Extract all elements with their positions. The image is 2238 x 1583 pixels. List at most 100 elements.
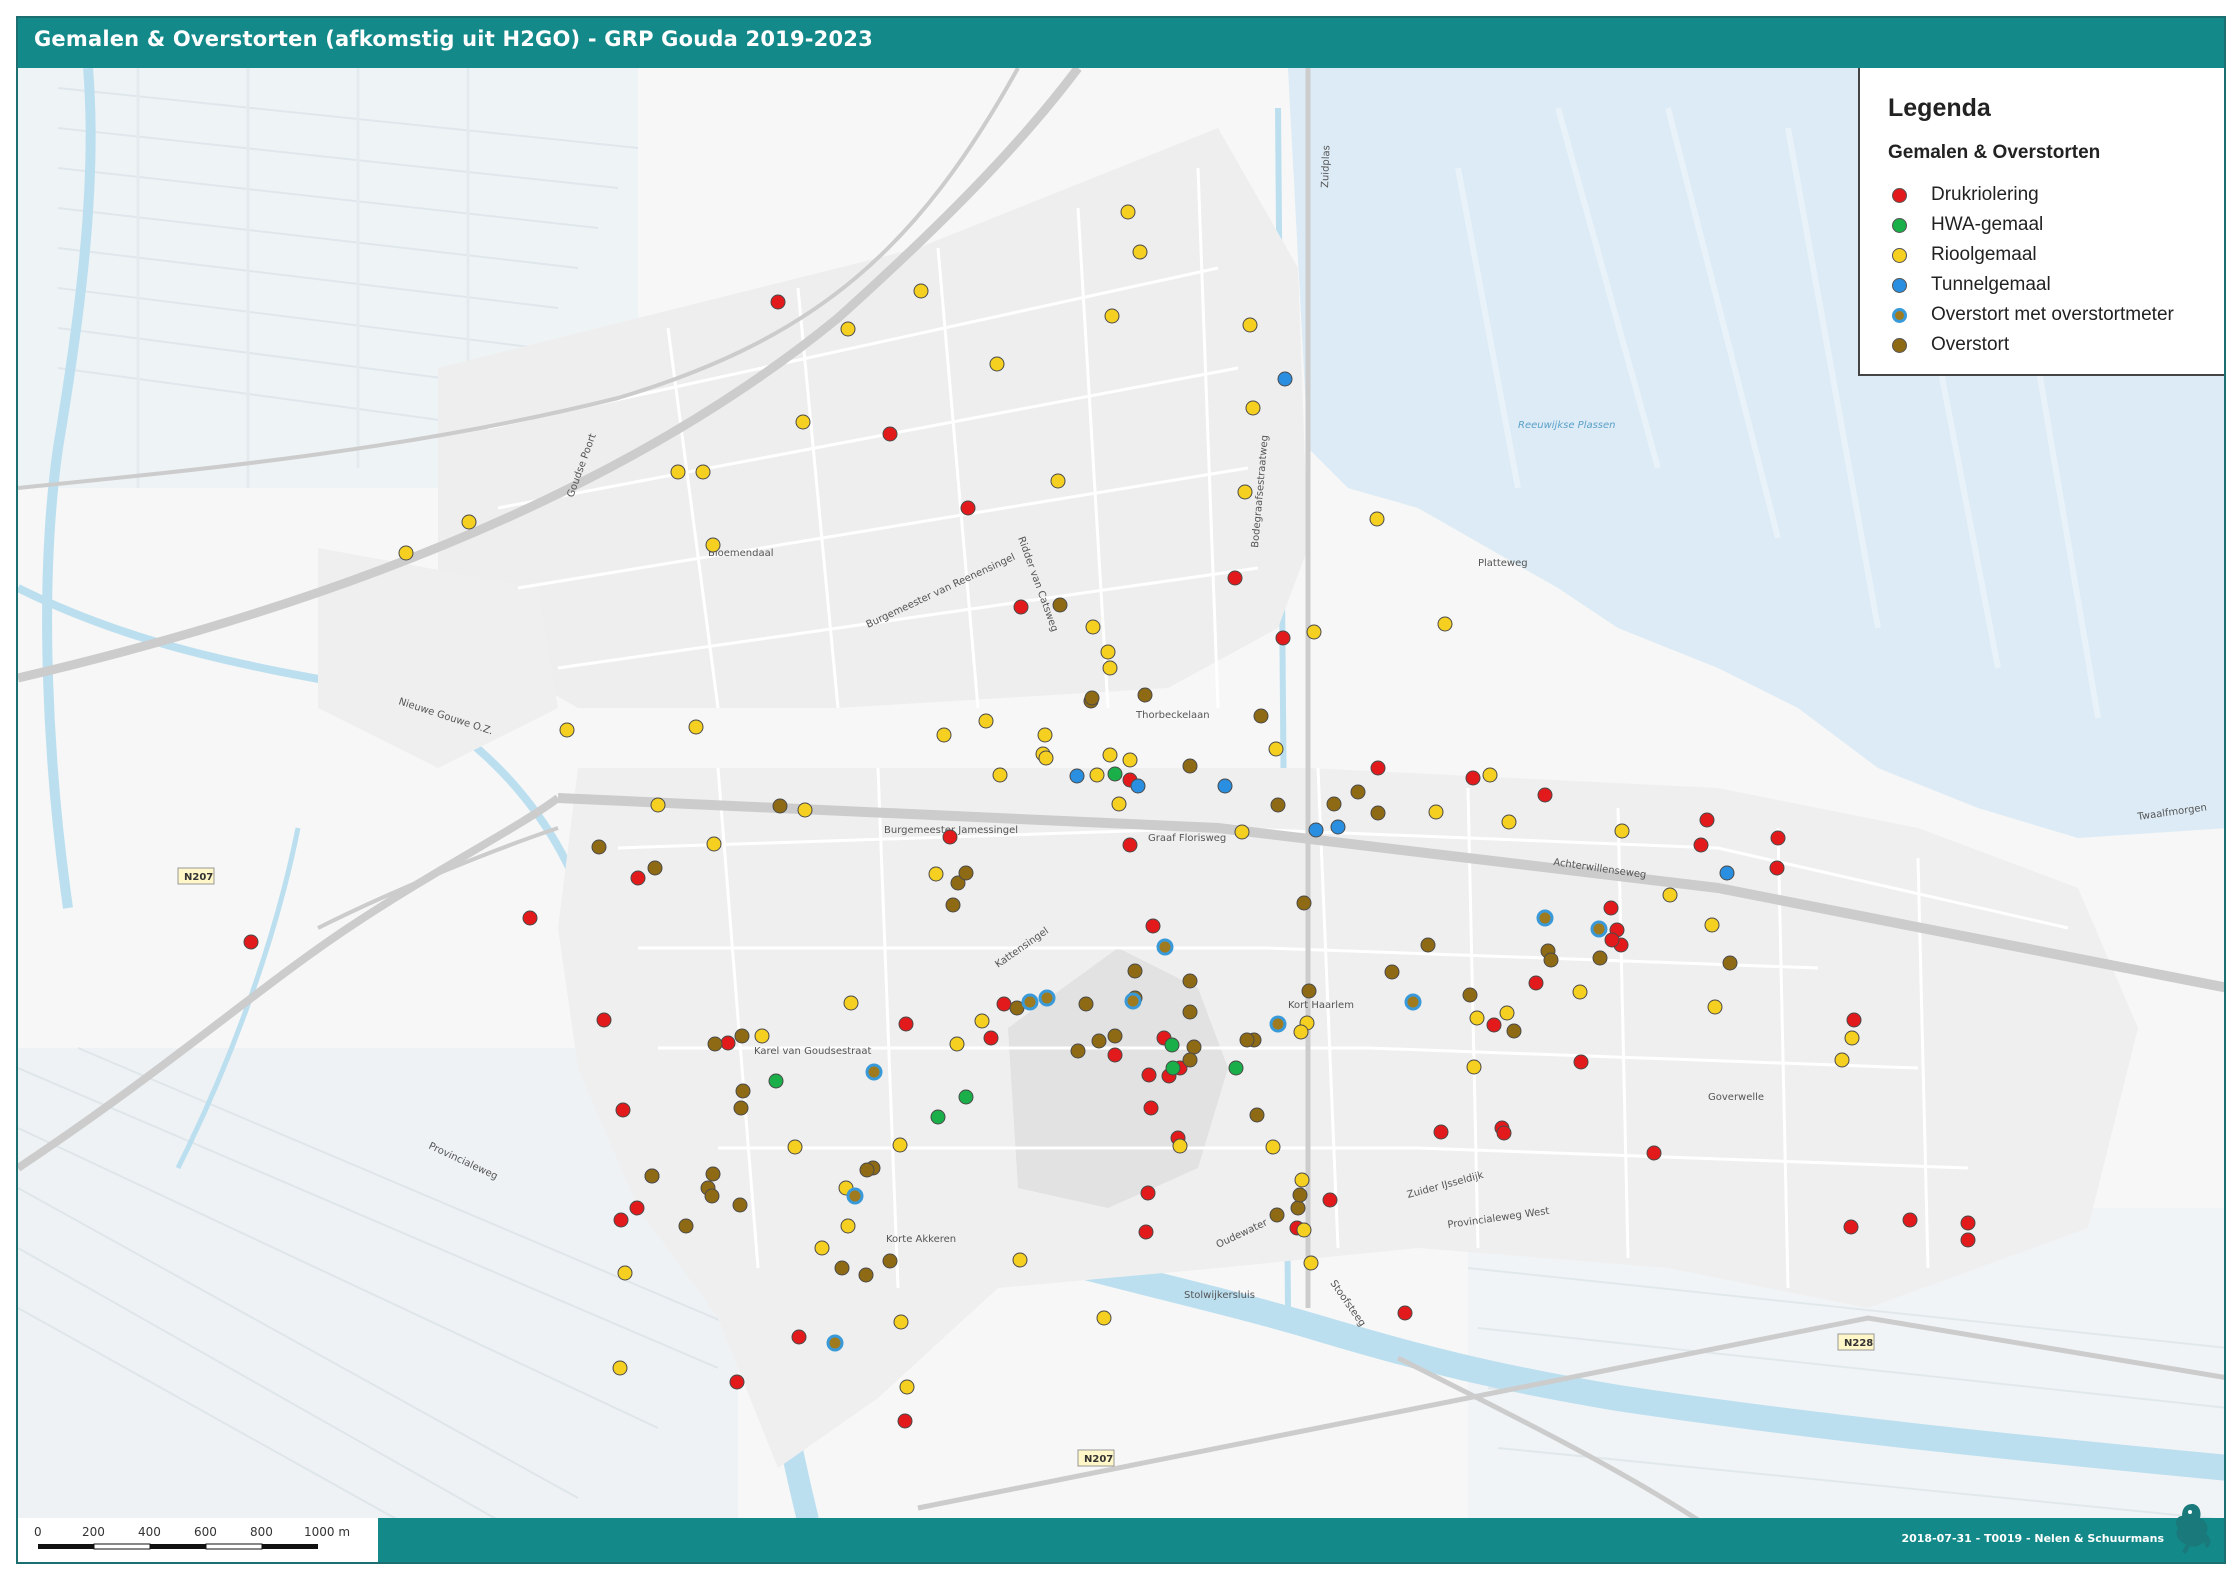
point-hwa[interactable] <box>1107 766 1123 782</box>
point-riool[interactable] <box>928 866 944 882</box>
point-hwa[interactable] <box>1228 1060 1244 1076</box>
point-riool[interactable] <box>1132 244 1148 260</box>
point-riool[interactable] <box>559 722 575 738</box>
point-hwa[interactable] <box>958 1089 974 1105</box>
point-tunnel[interactable] <box>1308 822 1324 838</box>
point-meter[interactable] <box>1038 989 1056 1007</box>
point-druk[interactable] <box>1122 837 1138 853</box>
point-riool[interactable] <box>1844 1030 1860 1046</box>
point-riool[interactable] <box>1172 1138 1188 1154</box>
point-riool[interactable] <box>1662 887 1678 903</box>
point-druk[interactable] <box>1843 1219 1859 1235</box>
point-druk[interactable] <box>1603 900 1619 916</box>
point-overstort[interactable] <box>1301 983 1317 999</box>
point-druk[interactable] <box>1322 1192 1338 1208</box>
point-druk[interactable] <box>1145 918 1161 934</box>
point-tunnel[interactable] <box>1719 865 1735 881</box>
point-overstort[interactable] <box>1182 973 1198 989</box>
point-druk[interactable] <box>1528 975 1544 991</box>
point-overstort[interactable] <box>1091 1033 1107 1049</box>
point-druk[interactable] <box>729 1374 745 1390</box>
point-druk[interactable] <box>1693 837 1709 853</box>
point-riool[interactable] <box>1437 616 1453 632</box>
point-overstort[interactable] <box>735 1083 751 1099</box>
point-druk[interactable] <box>996 996 1012 1012</box>
point-overstort[interactable] <box>1462 987 1478 1003</box>
point-overstort[interactable] <box>1137 687 1153 703</box>
point-overstort[interactable] <box>1186 1039 1202 1055</box>
point-overstort[interactable] <box>1592 950 1608 966</box>
point-riool[interactable] <box>1050 473 1066 489</box>
point-meter[interactable] <box>1536 909 1554 927</box>
point-riool[interactable] <box>1707 999 1723 1015</box>
point-riool[interactable] <box>705 537 721 553</box>
point-overstort[interactable] <box>1269 1207 1285 1223</box>
point-overstort[interactable] <box>1052 597 1068 613</box>
point-overstort[interactable] <box>1078 996 1094 1012</box>
point-druk[interactable] <box>1370 760 1386 776</box>
point-druk[interactable] <box>596 1012 612 1028</box>
point-hwa[interactable] <box>768 1073 784 1089</box>
point-riool[interactable] <box>1111 796 1127 812</box>
point-riool[interactable] <box>612 1360 628 1376</box>
point-riool[interactable] <box>787 1139 803 1155</box>
point-overstort[interactable] <box>1182 1052 1198 1068</box>
point-riool[interactable] <box>1012 1252 1028 1268</box>
point-hwa[interactable] <box>1165 1060 1181 1076</box>
point-meter[interactable] <box>1156 938 1174 956</box>
point-druk[interactable] <box>243 934 259 950</box>
point-druk[interactable] <box>630 870 646 886</box>
point-overstort[interactable] <box>678 1218 694 1234</box>
point-druk[interactable] <box>1465 770 1481 786</box>
point-overstort[interactable] <box>945 897 961 913</box>
point-overstort[interactable] <box>644 1168 660 1184</box>
point-overstort[interactable] <box>1722 955 1738 971</box>
point-druk[interactable] <box>791 1329 807 1345</box>
point-druk[interactable] <box>897 1413 913 1429</box>
point-overstort[interactable] <box>732 1197 748 1213</box>
point-overstort[interactable] <box>1107 1028 1123 1044</box>
point-overstort[interactable] <box>1084 690 1100 706</box>
point-riool[interactable] <box>1306 624 1322 640</box>
point-overstort[interactable] <box>1350 784 1366 800</box>
point-overstort[interactable] <box>591 839 607 855</box>
point-riool[interactable] <box>840 1218 856 1234</box>
point-riool[interactable] <box>688 719 704 735</box>
point-riool[interactable] <box>814 1240 830 1256</box>
point-hwa[interactable] <box>1164 1037 1180 1053</box>
point-druk[interactable] <box>1138 1224 1154 1240</box>
point-riool[interactable] <box>899 1379 915 1395</box>
point-riool[interactable] <box>1482 767 1498 783</box>
point-riool[interactable] <box>1469 1010 1485 1026</box>
point-overstort[interactable] <box>772 798 788 814</box>
point-druk[interactable] <box>942 829 958 845</box>
point-overstort[interactable] <box>1326 796 1342 812</box>
point-meter[interactable] <box>865 1063 883 1081</box>
point-riool[interactable] <box>1085 619 1101 635</box>
point-meter[interactable] <box>1404 993 1422 1011</box>
point-riool[interactable] <box>1242 317 1258 333</box>
point-riool[interactable] <box>1104 308 1120 324</box>
point-riool[interactable] <box>978 713 994 729</box>
point-tunnel[interactable] <box>1277 371 1293 387</box>
point-riool[interactable] <box>989 356 1005 372</box>
point-druk[interactable] <box>960 500 976 516</box>
point-meter[interactable] <box>1269 1015 1287 1033</box>
point-riool[interactable] <box>936 727 952 743</box>
point-riool[interactable] <box>1466 1059 1482 1075</box>
point-riool[interactable] <box>992 767 1008 783</box>
point-riool[interactable] <box>1268 741 1284 757</box>
point-riool[interactable] <box>1572 984 1588 1000</box>
point-tunnel[interactable] <box>1130 778 1146 794</box>
point-riool[interactable] <box>461 514 477 530</box>
point-druk[interactable] <box>898 1016 914 1032</box>
point-druk[interactable] <box>1770 830 1786 846</box>
point-riool[interactable] <box>893 1314 909 1330</box>
point-overstort[interactable] <box>734 1028 750 1044</box>
point-overstort[interactable] <box>647 860 663 876</box>
point-overstort[interactable] <box>707 1036 723 1052</box>
point-meter[interactable] <box>1021 993 1039 1011</box>
point-meter[interactable] <box>1124 992 1142 1010</box>
point-druk[interactable] <box>720 1035 736 1051</box>
point-druk[interactable] <box>522 910 538 926</box>
